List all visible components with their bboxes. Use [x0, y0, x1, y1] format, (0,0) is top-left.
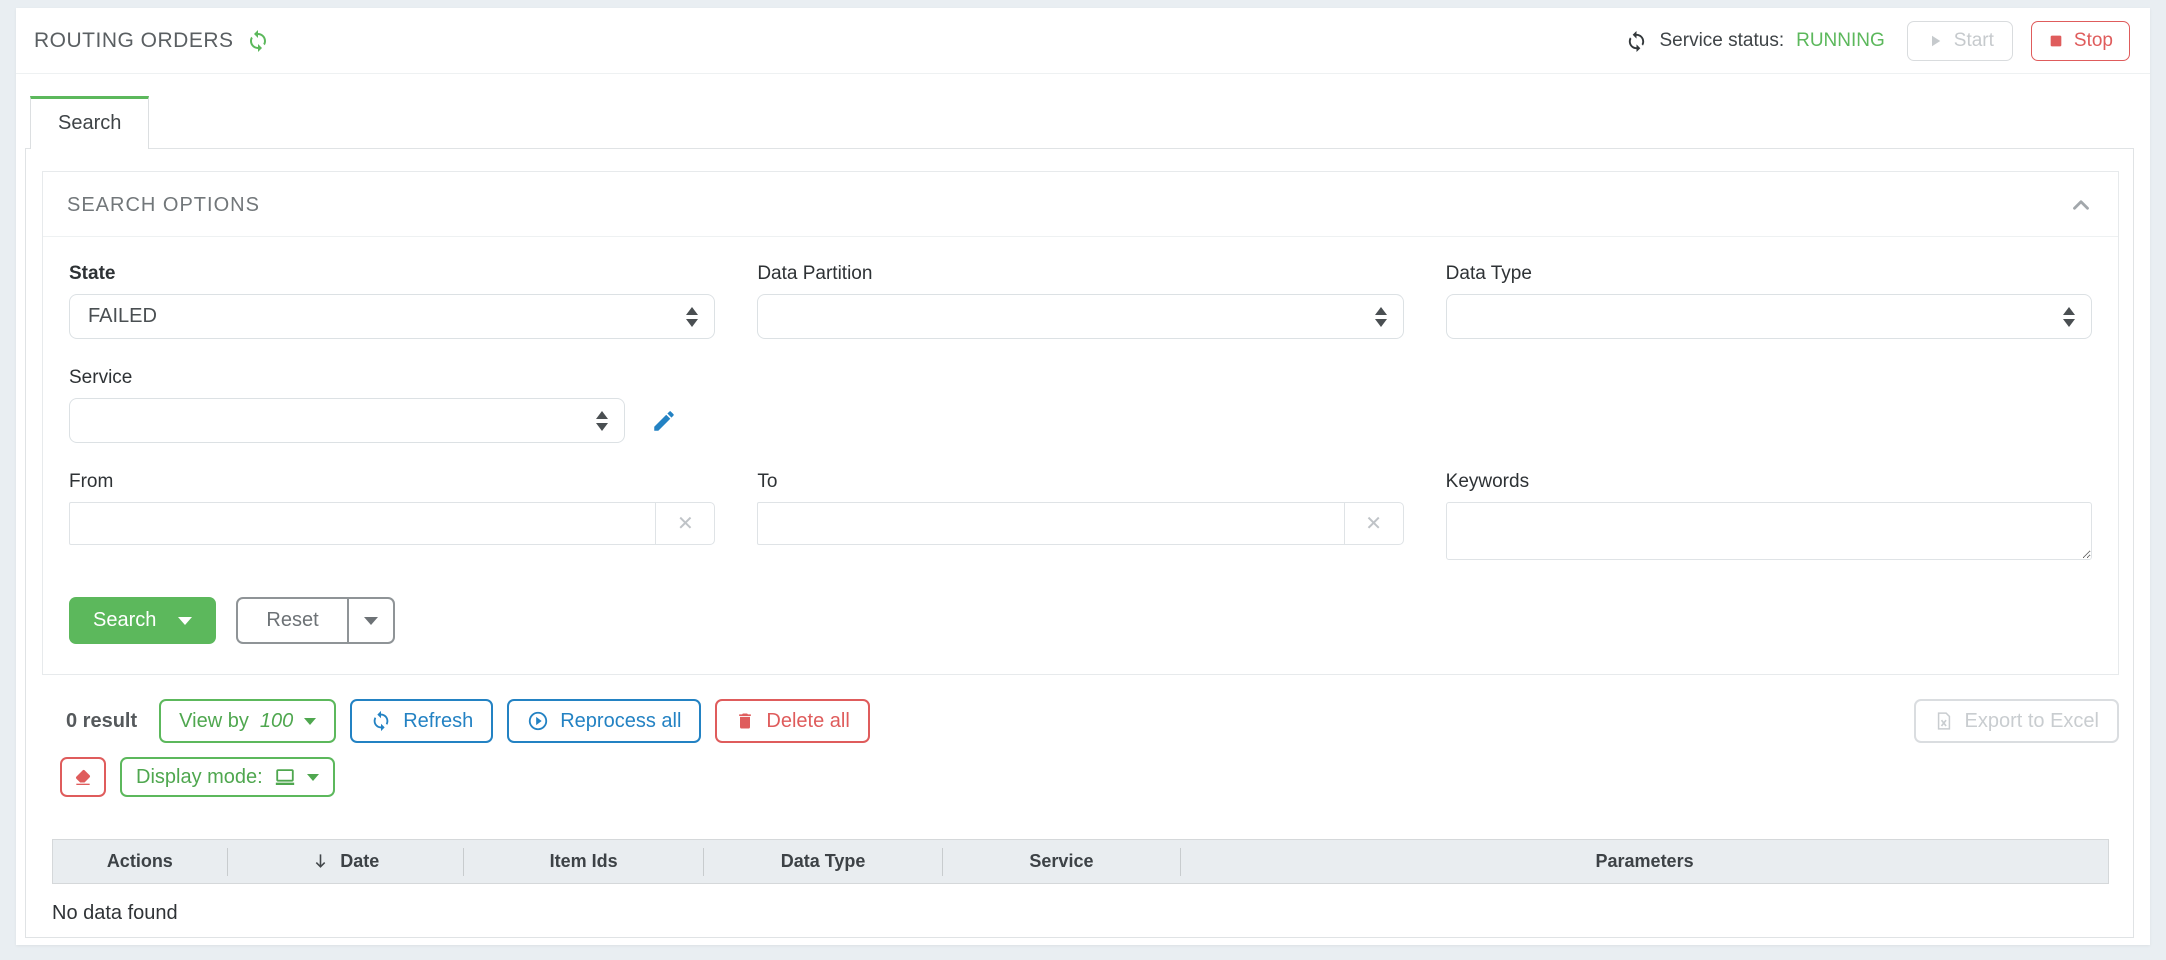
column-data-type[interactable]: Data Type [703, 848, 941, 876]
reprocess-all-button[interactable]: Reprocess all [507, 699, 701, 743]
refresh-button-label: Refresh [403, 710, 473, 733]
reset-caret-button[interactable] [347, 599, 393, 642]
empty-message: No data found [52, 884, 2109, 941]
to-field: To ✕ [757, 471, 1403, 565]
view-by-value: 100 [260, 710, 293, 733]
sort-desc-icon[interactable] [311, 852, 330, 871]
reset-button[interactable]: Reset [238, 599, 346, 642]
edit-pencil-icon[interactable] [651, 408, 677, 434]
tabs-row: Search [16, 74, 2150, 148]
select-arrows-icon [2063, 307, 2075, 327]
from-input[interactable] [69, 502, 656, 545]
search-button-label: Search [93, 609, 156, 632]
caret-down-icon [304, 718, 316, 725]
refresh-icon[interactable] [246, 29, 270, 53]
column-actions[interactable]: Actions [53, 848, 227, 876]
results-table: Actions Date Item Ids Data Type Service … [52, 839, 2109, 941]
table-header-row: Actions Date Item Ids Data Type Service … [52, 839, 2109, 884]
keywords-textarea[interactable] [1446, 502, 2092, 560]
refresh-icon [370, 710, 392, 732]
data-type-field: Data Type [1446, 263, 2092, 339]
eraser-icon [73, 767, 93, 787]
data-type-label: Data Type [1446, 263, 2092, 285]
stop-icon [2048, 33, 2064, 49]
column-date-label: Date [340, 851, 379, 872]
caret-down-icon [364, 617, 378, 625]
to-label: To [757, 471, 1403, 493]
state-field: State FAILED [69, 263, 715, 339]
column-parameters[interactable]: Parameters [1180, 848, 2108, 876]
result-count: 0 result [66, 710, 137, 733]
stop-button-label: Stop [2074, 30, 2113, 52]
export-to-excel-label: Export to Excel [1964, 710, 2099, 733]
trash-icon [735, 711, 755, 731]
select-arrows-icon [686, 307, 698, 327]
main-card: ROUTING ORDERS Service status: RUNNING S… [16, 8, 2150, 945]
keywords-label: Keywords [1446, 471, 2092, 493]
from-field: From ✕ [69, 471, 715, 565]
service-status-label: Service status: [1660, 30, 1785, 52]
start-button-label: Start [1954, 30, 1994, 52]
search-options-panel: SEARCH OPTIONS State FAILED [42, 171, 2119, 675]
stop-button[interactable]: Stop [2031, 21, 2130, 61]
caret-down-icon [178, 617, 192, 625]
caret-down-icon [307, 774, 319, 781]
display-mode-label: Display mode: [136, 766, 263, 789]
column-date[interactable]: Date [227, 848, 463, 876]
clear-x-icon: ✕ [1365, 511, 1382, 536]
state-select[interactable]: FAILED [69, 294, 715, 339]
monitor-icon [273, 766, 297, 788]
select-arrows-icon [596, 411, 608, 431]
search-button[interactable]: Search [69, 597, 216, 644]
display-mode-button[interactable]: Display mode: [120, 757, 335, 797]
to-clear-button[interactable]: ✕ [1344, 502, 1404, 545]
service-field: Service [69, 367, 715, 443]
from-label: From [69, 471, 715, 493]
tab-search[interactable]: Search [30, 96, 149, 149]
excel-file-icon [1934, 711, 1954, 731]
display-toolbar: Display mode: [42, 757, 2119, 797]
select-arrows-icon [1375, 307, 1387, 327]
service-label: Service [69, 367, 715, 389]
state-select-value: FAILED [88, 305, 157, 328]
column-service[interactable]: Service [942, 848, 1180, 876]
reset-split-button: Reset [236, 597, 394, 644]
results-toolbar: 0 result View by 100 Refresh Reprocess a… [42, 699, 2119, 743]
data-partition-select[interactable] [757, 294, 1403, 339]
clear-x-icon: ✕ [677, 511, 694, 536]
reset-button-label: Reset [266, 609, 318, 632]
app-header: ROUTING ORDERS Service status: RUNNING S… [16, 8, 2150, 74]
keywords-field: Keywords [1446, 471, 2092, 565]
service-status-value: RUNNING [1796, 30, 1885, 52]
data-partition-label: Data Partition [757, 263, 1403, 285]
reprocess-all-label: Reprocess all [560, 710, 681, 733]
eraser-button[interactable] [60, 757, 106, 797]
view-by-button[interactable]: View by 100 [159, 699, 336, 743]
data-type-select[interactable] [1446, 294, 2092, 339]
page-title: ROUTING ORDERS [34, 29, 234, 53]
column-item-ids[interactable]: Item Ids [463, 848, 703, 876]
data-partition-field: Data Partition [757, 263, 1403, 339]
tab-content: SEARCH OPTIONS State FAILED [25, 148, 2134, 938]
play-circle-icon [527, 710, 549, 732]
refresh-button[interactable]: Refresh [350, 699, 493, 743]
service-select[interactable] [69, 398, 625, 443]
play-icon [1926, 32, 1944, 50]
to-input[interactable] [757, 502, 1344, 545]
view-by-label: View by [179, 710, 249, 733]
chevron-up-icon[interactable] [2068, 192, 2094, 218]
service-status-refresh-icon[interactable] [1625, 30, 1648, 53]
delete-all-label: Delete all [766, 710, 849, 733]
state-label: State [69, 263, 715, 285]
export-to-excel-button[interactable]: Export to Excel [1914, 699, 2119, 743]
start-button[interactable]: Start [1907, 21, 2013, 61]
search-options-title: SEARCH OPTIONS [67, 194, 260, 217]
delete-all-button[interactable]: Delete all [715, 699, 869, 743]
from-clear-button[interactable]: ✕ [655, 502, 715, 545]
